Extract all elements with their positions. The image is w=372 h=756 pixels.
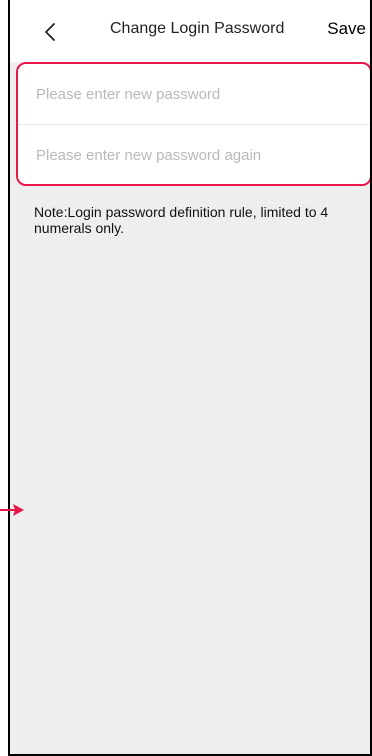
arrow-right-icon xyxy=(0,504,24,516)
app-screen: Change Login Password Save Note:Login pa… xyxy=(8,0,372,756)
confirm-password-input[interactable] xyxy=(36,146,356,164)
password-rule-note: Note:Login password definition rule, lim… xyxy=(34,204,329,236)
back-button[interactable] xyxy=(38,18,62,46)
confirm-password-row xyxy=(18,125,370,185)
chevron-left-icon xyxy=(45,23,55,41)
save-button[interactable]: Save xyxy=(327,19,366,39)
new-password-input[interactable] xyxy=(36,85,356,103)
nav-bar: Change Login Password Save xyxy=(10,0,370,62)
password-form xyxy=(16,62,370,186)
new-password-row xyxy=(18,64,370,124)
page-title: Change Login Password xyxy=(110,20,285,37)
